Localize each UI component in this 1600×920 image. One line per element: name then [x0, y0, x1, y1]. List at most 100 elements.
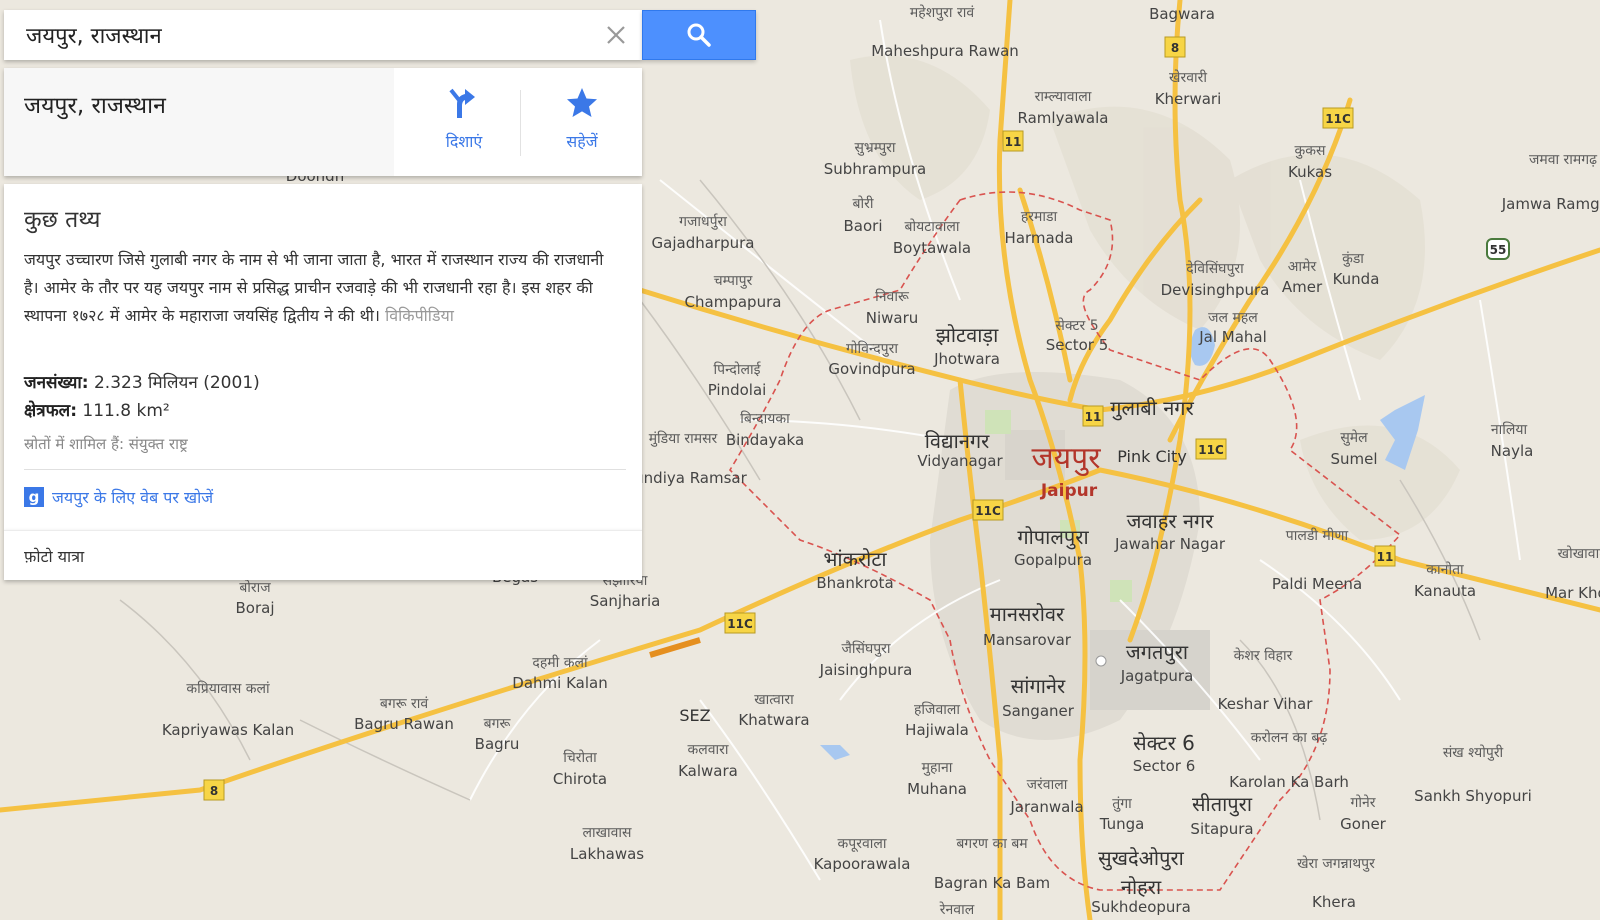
- search-icon: [687, 23, 711, 47]
- svg-text:Govindpura: Govindpura: [828, 360, 915, 378]
- svg-text:बगरण का बम: बगरण का बम: [956, 836, 1028, 852]
- highway-shield: 11C: [1195, 438, 1227, 460]
- svg-text:Sanjharia: Sanjharia: [590, 592, 661, 610]
- svg-text:Harmada: Harmada: [1005, 229, 1074, 247]
- svg-text:विद्यानगर: विद्यानगर: [925, 429, 990, 453]
- svg-text:Kapoorawala: Kapoorawala: [814, 855, 911, 873]
- svg-text:Sanganer: Sanganer: [1002, 702, 1075, 720]
- svg-text:Jal Mahal: Jal Mahal: [1198, 328, 1267, 346]
- place-title-area: जयपुर, राजस्थान: [4, 68, 394, 176]
- svg-text:संख श्योपुरी: संख श्योपुरी: [1443, 744, 1504, 761]
- svg-text:11: 11: [1005, 135, 1022, 149]
- svg-text:Bagru Rawan: Bagru Rawan: [354, 715, 454, 733]
- svg-text:Jawahar Nagar: Jawahar Nagar: [1114, 535, 1226, 553]
- save-button[interactable]: सहेजें: [532, 86, 632, 166]
- svg-text:बिन्दायका: बिन्दायका: [740, 410, 790, 427]
- svg-text:Bindayaka: Bindayaka: [726, 431, 804, 449]
- svg-text:11: 11: [1377, 550, 1394, 564]
- svg-text:खात्वारा: खात्वारा: [754, 692, 794, 708]
- search-button[interactable]: [642, 10, 756, 60]
- svg-text:Gajadharpura: Gajadharpura: [652, 234, 755, 252]
- svg-text:Jhotwara: Jhotwara: [933, 350, 1000, 368]
- save-label: सहेजें: [566, 132, 598, 151]
- svg-text:Khera: Khera: [1312, 893, 1356, 911]
- svg-text:सुखदेओपुरा: सुखदेओपुरा: [1098, 846, 1184, 871]
- directions-button[interactable]: दिशाएं: [414, 86, 514, 166]
- svg-text:बोराज: बोराज: [239, 579, 271, 596]
- place-label: जल महल Jal Mahal: [1198, 310, 1267, 346]
- area-value: 111.8 km²: [82, 401, 170, 421]
- highway-shield: 11: [1002, 130, 1024, 152]
- facts-description-text: जयपुर उच्चारण जिसे गुलाबी नगर के नाम से …: [24, 250, 604, 325]
- svg-text:करोलन का बढ़: करोलन का बढ़: [1251, 729, 1329, 746]
- svg-text:Niwaru: Niwaru: [866, 309, 919, 327]
- city-name-english: Jaipur: [1040, 481, 1098, 501]
- svg-text:Sankh Shyopuri: Sankh Shyopuri: [1414, 787, 1532, 805]
- svg-text:Khatwara: Khatwara: [738, 711, 809, 729]
- svg-text:जरंवाला: जरंवाला: [1027, 777, 1068, 793]
- svg-text:सीतापुरा: सीतापुरा: [1192, 792, 1253, 817]
- place-label: जवाहर नगर Jawahar Nagar: [1114, 509, 1226, 553]
- search-input[interactable]: [26, 20, 586, 50]
- junction-marker: [1095, 655, 1107, 667]
- svg-text:मुहाना: मुहाना: [922, 760, 953, 776]
- place-label: झोटवाड़ा Jhotwara: [933, 323, 1000, 368]
- clear-search-button[interactable]: [602, 21, 630, 49]
- svg-text:नालिया: नालिया: [1491, 421, 1528, 438]
- svg-text:गजाधर्पुरा: गजाधर्पुरा: [679, 213, 727, 230]
- svg-text:तुंगा: तुंगा: [1112, 796, 1132, 812]
- svg-text:गोपालपुरा: गोपालपुरा: [1017, 525, 1089, 550]
- svg-text:गुलाबी नगर: गुलाबी नगर: [1110, 396, 1194, 421]
- wikipedia-link[interactable]: विकिपीडिया: [385, 306, 454, 325]
- svg-text:हरमाडा: हरमाडा: [1021, 209, 1058, 225]
- population-value: 2.323 मिलियन (2001): [93, 373, 260, 393]
- svg-text:Muhana: Muhana: [907, 780, 967, 798]
- svg-text:झोटवाड़ा: झोटवाड़ा: [936, 323, 999, 347]
- svg-text:सांगानेर: सांगानेर: [1011, 674, 1066, 698]
- svg-text:Boraj: Boraj: [236, 599, 275, 617]
- svg-text:11C: 11C: [975, 504, 1001, 518]
- population-row: जनसंख्या: 2.323 मिलियन (2001): [24, 370, 260, 393]
- svg-text:कानोता: कानोता: [1426, 561, 1464, 578]
- svg-text:Keshar Vihar: Keshar Vihar: [1218, 695, 1314, 713]
- photo-tour-button[interactable]: फ़ोटो यात्रा: [4, 530, 642, 580]
- svg-text:55: 55: [1490, 243, 1507, 257]
- facts-heading: कुछ तथ्य: [24, 207, 101, 233]
- place-label: मानसरोवर Mansarovar: [983, 602, 1072, 649]
- svg-text:कुकस: कुकस: [1295, 143, 1327, 159]
- svg-text:Mansarovar: Mansarovar: [983, 631, 1072, 649]
- svg-text:Kunda: Kunda: [1333, 270, 1380, 288]
- web-search-link[interactable]: g जयपुर के लिए वेब पर खोजें: [24, 484, 213, 510]
- svg-text:सेक्टर 6: सेक्टर 6: [1133, 731, 1195, 755]
- svg-text:Lakhawas: Lakhawas: [570, 845, 644, 863]
- svg-text:Sector 6: Sector 6: [1133, 757, 1196, 775]
- facts-description: जयपुर उच्चारण जिसे गुलाबी नगर के नाम से …: [24, 246, 614, 330]
- search-box: [4, 10, 642, 60]
- svg-text:भांकरोटा: भांकरोटा: [823, 547, 887, 571]
- svg-text:Bagwara: Bagwara: [1149, 5, 1215, 23]
- highway-shield: 11: [1082, 405, 1104, 427]
- svg-text:जल महल: जल महल: [1208, 310, 1258, 326]
- svg-text:8: 8: [1171, 41, 1179, 55]
- svg-text:Ramlyawala: Ramlyawala: [1018, 109, 1109, 127]
- place-label: Bagwara: [1149, 5, 1215, 23]
- svg-text:Dahmi Kalan: Dahmi Kalan: [512, 674, 607, 692]
- directions-label: दिशाएं: [445, 132, 483, 151]
- svg-text:SEZ: SEZ: [679, 706, 710, 725]
- action-divider: [520, 90, 521, 156]
- highway-shield: 11C: [724, 612, 756, 634]
- place-label: भांकरोटा Bhankrota: [816, 547, 893, 592]
- city-label-jaipur[interactable]: जयपुर Jaipur: [1032, 441, 1102, 501]
- svg-text:Jagatpura: Jagatpura: [1120, 667, 1194, 685]
- area-label: क्षेत्रफल:: [24, 401, 78, 421]
- place-card: जयपुर, राजस्थान दिशाएं सहेजें: [4, 68, 642, 176]
- svg-text:Sukhdeopura: Sukhdeopura: [1091, 898, 1191, 916]
- svg-text:Kanauta: Kanauta: [1414, 582, 1476, 600]
- svg-text:Jaranwala: Jaranwala: [1009, 798, 1083, 816]
- google-icon: g: [24, 487, 44, 507]
- photo-tour-label: फ़ोटो यात्रा: [24, 547, 85, 566]
- svg-text:मानसरोवर: मानसरोवर: [990, 602, 1065, 626]
- svg-text:नोहरा: नोहरा: [1121, 875, 1162, 899]
- place-label: SEZ: [679, 706, 710, 725]
- svg-text:रेनवाल: रेनवाल: [939, 901, 974, 918]
